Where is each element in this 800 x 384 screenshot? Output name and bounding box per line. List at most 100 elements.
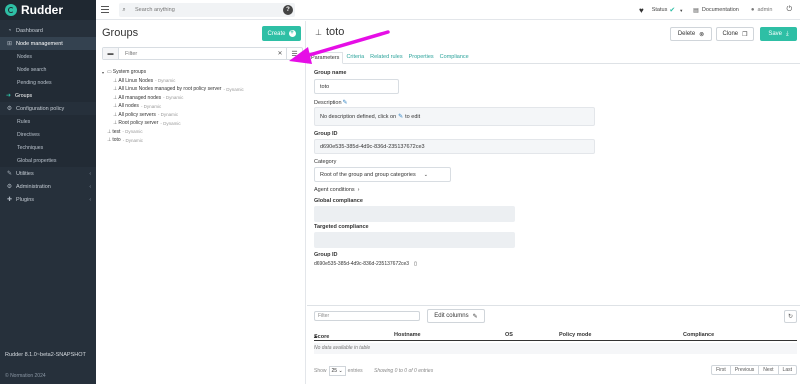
groups-panel: Groups Create + ▬ ✕ ☰ ▾ ▭ System groups …: [96, 21, 306, 384]
tree-item-selected[interactable]: ⊥ toto - Dynamic: [102, 136, 302, 145]
heart-icon[interactable]: ♥: [639, 6, 644, 15]
sidebar-item-node-search[interactable]: Node search: [0, 63, 96, 76]
save-button[interactable]: Save ⤓: [760, 27, 797, 41]
brand[interactable]: Rudder: [0, 0, 96, 20]
group-tree: ▾ ▭ System groups ⊥ All Linux Nodes - Dy…: [102, 68, 302, 145]
table-empty-row: No data available in table: [314, 343, 797, 354]
search-input[interactable]: [135, 7, 275, 13]
status-label: Status: [651, 7, 668, 13]
description-suffix: to edit: [405, 113, 421, 120]
sidebar-item-global-properties[interactable]: Global properties: [0, 154, 96, 167]
agent-conditions-toggle[interactable]: Agent conditions ›: [314, 187, 360, 193]
user-menu[interactable]: ● admin: [751, 7, 773, 13]
global-compliance-bar: [314, 206, 515, 222]
clipboard-icon[interactable]: ▯: [414, 261, 417, 267]
clone-label: Clone: [722, 31, 739, 37]
tree-item[interactable]: ⊥ Root policy server - Dynamic: [102, 119, 302, 128]
tree-label: toto: [112, 137, 121, 144]
sidebar-item-label: Utilities: [16, 170, 34, 177]
sidebar-item-label: Plugins: [16, 196, 35, 203]
tree-item[interactable]: ⊥ All managed nodes - Dynamic: [102, 94, 302, 103]
description-label: Description✎: [314, 100, 348, 106]
puzzle-icon: ✚: [6, 197, 13, 203]
tree-item[interactable]: ⊥ All nodes - Dynamic: [102, 102, 302, 111]
column-policy-mode[interactable]: Policy mode: [559, 332, 591, 338]
status-menu[interactable]: Status ✔ ▼: [652, 6, 683, 14]
chevron-left-icon: ‹: [89, 170, 91, 177]
sitemap-icon: ⊥: [113, 111, 118, 118]
group-name-field[interactable]: toto: [314, 79, 399, 94]
sidebar-item-nodes[interactable]: Nodes: [0, 50, 96, 63]
clone-button[interactable]: Clone ❐: [716, 27, 754, 41]
sidebar-item-label: Node search: [17, 66, 47, 73]
close-icon[interactable]: ✕: [274, 50, 286, 57]
tree-category-system-groups[interactable]: ▾ ▭ System groups: [102, 68, 302, 77]
sidebar-item-plugins[interactable]: ✚ Plugins ‹: [0, 193, 96, 206]
user-icon: ●: [750, 7, 755, 13]
group-detail: ⊥ toto Delete ⊗ Clone ❐ Save ⤓ Parameter…: [307, 21, 800, 384]
refresh-icon[interactable]: ↻: [784, 310, 797, 323]
next-page-button[interactable]: Next: [759, 366, 779, 374]
tab-compliance[interactable]: Compliance: [437, 52, 472, 64]
folder-icon[interactable]: ▬: [103, 48, 119, 59]
save-label: Save: [768, 31, 783, 37]
tree-label: All Linux Nodes managed by root policy s…: [118, 86, 222, 93]
column-hostname[interactable]: Hostname: [394, 332, 421, 338]
topbar: ⌕ ? ♥ Status ✔ ▼ ▤ Documentation ● admin…: [96, 0, 800, 20]
chevron-down-icon: ⌄: [423, 171, 428, 178]
previous-page-button[interactable]: Previous: [731, 366, 760, 374]
page-title: Groups: [102, 27, 139, 39]
hamburger-menu-icon[interactable]: [101, 6, 109, 13]
description-value: No description defined, click on: [320, 113, 397, 120]
help-icon[interactable]: ?: [283, 5, 293, 15]
sitemap-icon: ⊥: [113, 86, 118, 93]
tree-filter: ▬ ✕ ☰: [102, 47, 303, 60]
pencil-icon[interactable]: ✎: [343, 100, 348, 106]
rudder-logo-icon: [5, 4, 17, 16]
page-size-select[interactable]: 25 ⌄: [328, 366, 346, 376]
description-field[interactable]: No description defined, click on ✎ to ed…: [314, 107, 595, 126]
tree-label: Root policy server: [118, 120, 159, 127]
tree-item[interactable]: ⊥ All Linux Nodes managed by root policy…: [102, 85, 302, 94]
edit-columns-label: Edit columns: [434, 313, 469, 319]
chevron-left-icon: ‹: [89, 196, 91, 203]
tree-item[interactable]: ⊥ All policy servers - Dynamic: [102, 111, 302, 120]
first-page-button[interactable]: First: [712, 366, 731, 374]
tree-item[interactable]: ⊥ test - Dynamic: [102, 128, 302, 137]
sidebar-item-groups[interactable]: ➜ Groups: [0, 89, 96, 102]
group-id-text: d690e535-385d-4d9c-836d-235137672ce3 ▯: [314, 261, 417, 267]
sidebar: Rudder ◔ Dashboard ⊞ Node management Nod…: [0, 0, 96, 384]
last-page-button[interactable]: Last: [779, 366, 796, 374]
tree-filter-input[interactable]: [119, 48, 274, 59]
tree-label: All nodes: [118, 103, 139, 110]
sidebar-item-utilities[interactable]: ✎ Utilities ‹: [0, 167, 96, 180]
category-label: Category: [314, 159, 337, 165]
delete-button[interactable]: Delete ⊗: [670, 27, 712, 41]
wrench-icon: ✎: [6, 171, 13, 177]
create-label: Create: [267, 30, 286, 37]
documentation-link[interactable]: ▤ Documentation: [693, 7, 739, 14]
search-icon: ⌕: [122, 6, 126, 13]
sidebar-item-pending-nodes[interactable]: Pending nodes: [0, 76, 96, 89]
sidebar-item-dashboard[interactable]: ◔ Dashboard: [0, 24, 96, 37]
pagination: First Previous Next Last: [711, 365, 797, 375]
category-value: Root of the group and group categories: [320, 171, 416, 178]
sidebar-item-directives[interactable]: Directives: [0, 128, 96, 141]
edit-columns-button[interactable]: Edit columns ✎: [427, 309, 485, 323]
sidebar-item-techniques[interactable]: Techniques: [0, 141, 96, 154]
table-filter-input[interactable]: Filter: [314, 311, 420, 321]
sidebar-item-rules[interactable]: Rules: [0, 115, 96, 128]
tab-properties[interactable]: Properties: [406, 52, 437, 64]
column-compliance[interactable]: Compliance: [683, 332, 714, 338]
sidebar-item-administration[interactable]: ⚙ Administration ‹: [0, 180, 96, 193]
tree-item[interactable]: ⊥ All Linux Nodes - Dynamic: [102, 77, 302, 86]
sidebar-item-node-management[interactable]: ⊞ Node management: [0, 37, 96, 50]
logout-icon[interactable]: ⏻: [786, 6, 792, 14]
sidebar-item-configuration-policy[interactable]: ⚙ Configuration policy: [0, 102, 96, 115]
page-size-control: Show 25 ⌄ entries: [314, 366, 363, 376]
sidebar-item-label: Configuration policy: [16, 105, 65, 112]
sidebar-item-label: Node management: [16, 40, 63, 47]
category-select[interactable]: Root of the group and group categories ⌄: [314, 167, 451, 182]
brand-name: Rudder: [21, 3, 63, 17]
column-os[interactable]: OS: [505, 332, 513, 338]
